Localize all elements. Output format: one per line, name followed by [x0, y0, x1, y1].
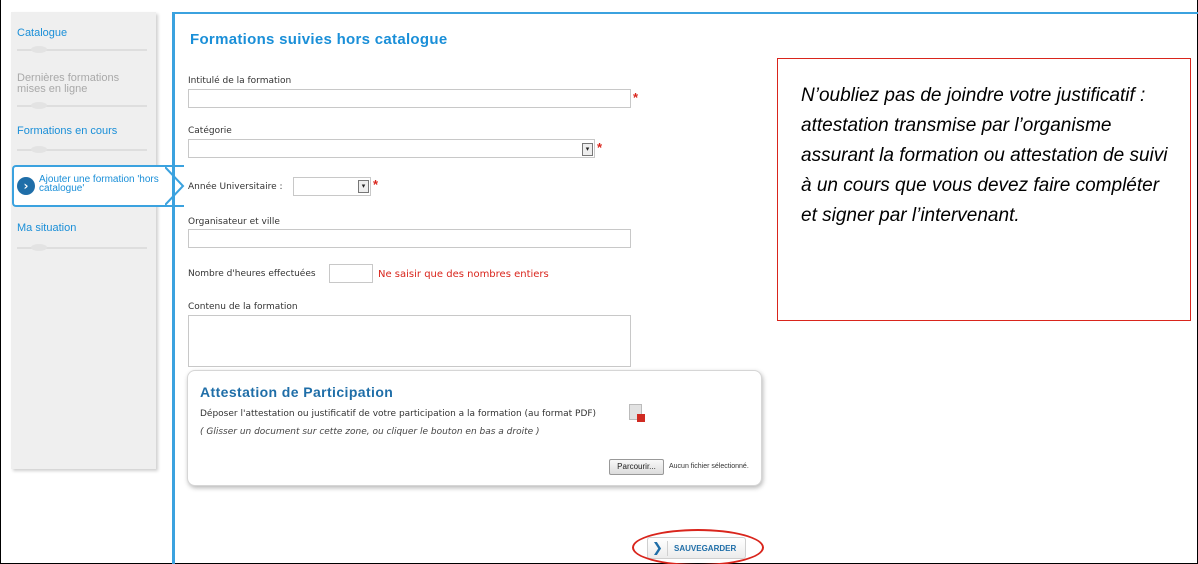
sidebar-separator — [17, 244, 147, 251]
annee-label: Année Universitaire : — [188, 182, 283, 192]
highlight-circle — [632, 529, 764, 564]
attestation-title: Attestation de Participation — [200, 384, 394, 400]
sidebar: Catalogue Dernières formations mises en … — [11, 12, 156, 469]
heures-label: Nombre d'heures effectuées — [188, 269, 316, 279]
required-mark: * — [373, 177, 379, 192]
sidebar-separator — [17, 146, 147, 153]
sidebar-item-dernieres-formations[interactable]: Dernières formations mises en ligne — [17, 73, 135, 95]
contenu-label: Contenu de la formation — [188, 302, 298, 312]
intitule-label: Intitulé de la formation — [188, 76, 292, 86]
browse-button[interactable]: Parcourir... — [609, 459, 664, 475]
attestation-hint: ( Glisser un document sur cette zone, ou… — [200, 427, 540, 437]
sidebar-item-catalogue[interactable]: Catalogue — [17, 28, 67, 39]
sidebar-item-formations-en-cours[interactable]: Formations en cours — [17, 126, 117, 137]
pdf-icon — [629, 404, 645, 422]
heures-note: Ne saisir que des nombres entiers — [378, 269, 549, 280]
categorie-select[interactable] — [188, 139, 595, 158]
chevron-down-icon[interactable]: ▾ — [582, 143, 593, 156]
sidebar-separator — [17, 46, 147, 53]
sidebar-item-label: Ajouter une formation 'hors catalogue' — [39, 174, 159, 194]
organisateur-label: Organisateur et ville — [188, 217, 280, 227]
heures-input[interactable] — [329, 264, 373, 283]
callout-text: N’oubliez pas de joindre votre justifica… — [801, 85, 1168, 226]
intitule-input[interactable] — [188, 89, 631, 108]
sidebar-item-ajouter-formation[interactable]: › Ajouter une formation 'hors catalogue' — [12, 165, 184, 207]
attestation-dropzone[interactable]: Attestation de Participation Déposer l'a… — [187, 370, 762, 486]
sidebar-separator — [17, 102, 147, 109]
sidebar-item-ma-situation[interactable]: Ma situation — [17, 223, 76, 234]
required-mark: * — [633, 90, 639, 105]
contenu-textarea[interactable] — [188, 315, 631, 367]
categorie-label: Catégorie — [188, 126, 232, 136]
chevron-down-icon[interactable]: ▾ — [358, 180, 369, 193]
required-mark: * — [597, 140, 603, 155]
content-left-border — [172, 12, 175, 564]
page-title: Formations suivies hors catalogue — [190, 31, 448, 48]
no-file-text: Aucun fichier sélectionné. — [669, 463, 749, 470]
content-top-border — [175, 12, 1198, 14]
organisateur-input[interactable] — [188, 229, 631, 248]
instruction-callout: N’oubliez pas de joindre votre justifica… — [777, 58, 1191, 321]
attestation-description: Déposer l'attestation ou justificatif de… — [200, 409, 597, 419]
chevron-right-icon: › — [17, 177, 35, 195]
